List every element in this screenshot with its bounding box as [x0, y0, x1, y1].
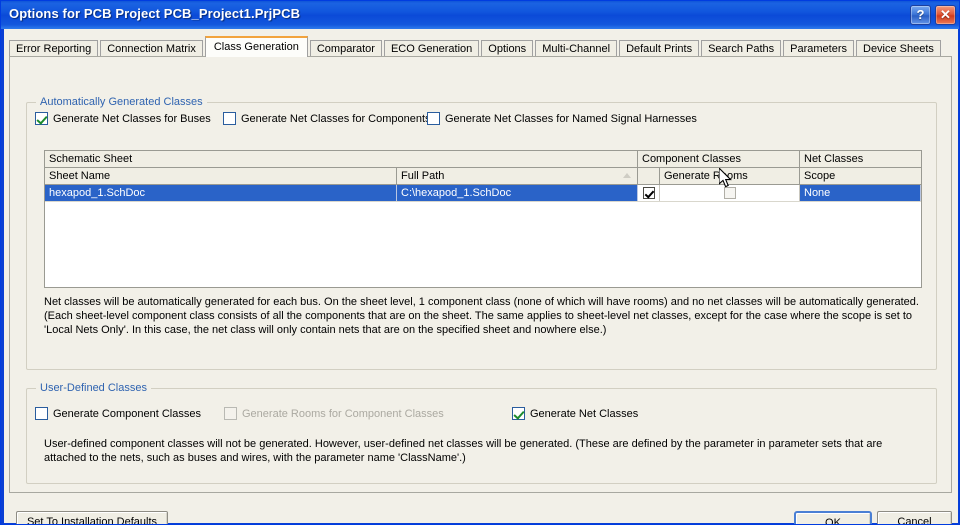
checkbox-icon-unchecked: [723, 187, 736, 199]
cancel-button[interactable]: Cancel: [877, 511, 952, 524]
checkbox-generate-net-classes-for-components[interactable]: Generate Net Classes for Components: [223, 112, 431, 125]
checkbox-icon-checked: [512, 407, 525, 420]
group-header-net-classes[interactable]: Net Classes: [800, 151, 921, 167]
checkbox-label: Generate Net Classes: [530, 407, 639, 420]
table-group-header-row: Schematic Sheet Component Classes Net Cl…: [45, 151, 921, 168]
window-title: Options for PCB Project PCB_Project1.Prj…: [9, 6, 301, 21]
column-header-full-path-label: Full Path: [401, 170, 445, 182]
button-label-prefix: Set To Installation: [26, 516, 117, 525]
tab-connection-matrix[interactable]: Connection Matrix: [100, 40, 203, 57]
cell-full-path[interactable]: C:\hexapod_1.SchDoc: [397, 185, 638, 201]
dialog-window: Options for PCB Project PCB_Project1.Prj…: [0, 0, 960, 525]
checkbox-icon-checked: [35, 112, 48, 125]
close-icon: ✕: [940, 7, 951, 22]
ok-button[interactable]: OK: [794, 511, 872, 524]
group-user-defined-classes: User-Defined Classes Generate Component …: [26, 382, 937, 484]
column-header-full-path[interactable]: Full Path: [397, 168, 638, 184]
group-title-user: User-Defined Classes: [36, 382, 151, 394]
tab-default-prints[interactable]: Default Prints: [619, 40, 700, 57]
tab-comparator[interactable]: Comparator: [309, 40, 382, 57]
close-button[interactable]: ✕: [935, 5, 956, 25]
group-header-component-classes[interactable]: Component Classes: [638, 151, 800, 167]
group-title-auto: Automatically Generated Classes: [36, 96, 207, 108]
tab-eco-generation[interactable]: ECO Generation: [383, 40, 480, 57]
checkbox-icon-unchecked: [223, 112, 236, 125]
question-mark-icon: ?: [916, 7, 925, 22]
cell-scope[interactable]: None: [800, 185, 921, 201]
tab-device-sheets[interactable]: Device Sheets: [856, 40, 941, 57]
column-header-component-class-flag[interactable]: [638, 168, 660, 184]
checkbox-label: Generate Rooms for Component Classes: [242, 407, 444, 420]
checkbox-icon-unchecked: [427, 112, 440, 125]
checkbox-generate-rooms-for-component-classes: Generate Rooms for Component Classes: [224, 407, 444, 420]
sort-ascending-icon: [623, 173, 631, 178]
checkbox-label: Generate Net Classes for Buses: [53, 112, 211, 125]
table-column-header-row: Sheet Name Full Path Generate Rooms Scop…: [45, 168, 921, 185]
group-header-schematic-sheet[interactable]: Schematic Sheet: [45, 151, 638, 167]
tab-options[interactable]: Options: [481, 40, 534, 57]
tab-class-generation[interactable]: Class Generation: [204, 36, 308, 57]
help-button[interactable]: ?: [910, 5, 931, 25]
checkbox-generate-net-classes-for-named-signal-harnesses[interactable]: Generate Net Classes for Named Signal Ha…: [427, 112, 697, 125]
checkbox-icon-disabled: [224, 407, 237, 420]
tab-strip: Error Reporting Connection Matrix Class …: [9, 36, 943, 57]
checkbox-label: Generate Net Classes for Named Signal Ha…: [445, 112, 697, 125]
checkbox-generate-net-classes[interactable]: Generate Net Classes: [512, 407, 638, 420]
cell-generate-rooms-checkbox[interactable]: [660, 185, 800, 201]
checkbox-label: Generate Component Classes: [53, 407, 201, 420]
column-header-generate-rooms[interactable]: Generate Rooms: [660, 168, 800, 184]
title-bar[interactable]: Options for PCB Project PCB_Project1.Prj…: [1, 1, 959, 29]
column-header-sheet-name[interactable]: Sheet Name: [45, 168, 397, 184]
table-row[interactable]: hexapod_1.SchDoc C:\hexapod_1.SchDoc Non…: [45, 185, 921, 202]
dialog-client-area: Error Reporting Connection Matrix Class …: [4, 29, 958, 525]
tab-parameters[interactable]: Parameters: [783, 40, 854, 57]
cell-sheet-name[interactable]: hexapod_1.SchDoc: [45, 185, 397, 201]
tab-error-reporting[interactable]: Error Reporting: [9, 40, 99, 57]
cell-component-class-checkbox[interactable]: [638, 185, 660, 201]
button-label-accelerator: D: [116, 516, 125, 525]
tab-panel-class-generation: Automatically Generated Classes Generate…: [9, 56, 952, 493]
checkbox-label: Generate Net Classes for Components: [241, 112, 431, 125]
description-automatically-generated-classes: Net classes will be automatically genera…: [44, 296, 919, 336]
description-user-defined-classes: User-defined component classes will not …: [44, 438, 883, 464]
group-automatically-generated-classes: Automatically Generated Classes Generate…: [26, 96, 937, 370]
set-to-installation-defaults-button[interactable]: Set To Installation Defaults: [16, 511, 168, 525]
schematic-sheet-table[interactable]: Schematic Sheet Component Classes Net Cl…: [44, 150, 922, 288]
button-label-suffix: efaults: [124, 516, 158, 525]
checkbox-icon-unchecked: [35, 407, 48, 420]
checkbox-icon-checked: [642, 187, 655, 199]
checkbox-generate-component-classes[interactable]: Generate Component Classes: [35, 407, 201, 420]
checkbox-generate-net-classes-for-buses[interactable]: Generate Net Classes for Buses: [35, 112, 211, 125]
tab-multi-channel[interactable]: Multi-Channel: [535, 40, 618, 57]
tab-search-paths[interactable]: Search Paths: [701, 40, 782, 57]
column-header-scope[interactable]: Scope: [800, 168, 921, 184]
